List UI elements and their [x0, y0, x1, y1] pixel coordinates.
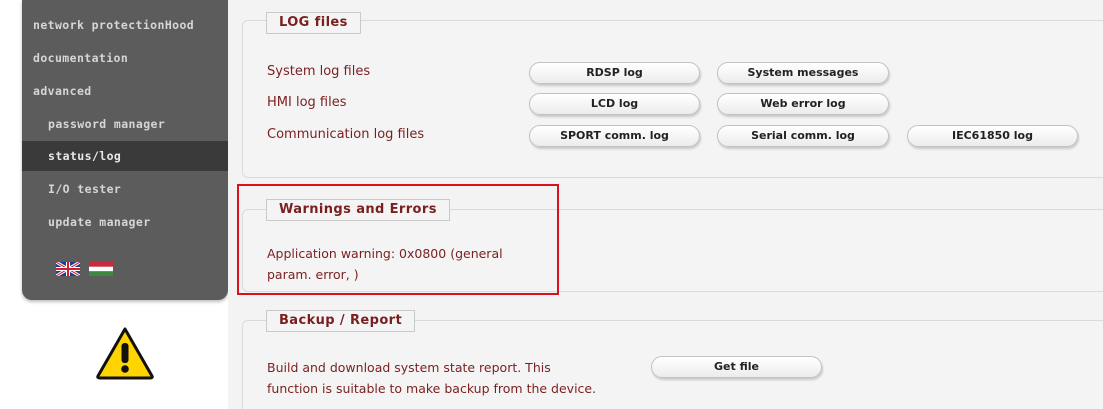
uk-flag-icon[interactable]: [56, 262, 80, 276]
serial-comm-log-button[interactable]: Serial comm. log: [717, 125, 889, 147]
system-messages-button[interactable]: System messages: [717, 62, 889, 84]
iec61850-log-button[interactable]: IEC61850 log: [907, 125, 1078, 147]
language-flags: [56, 262, 116, 276]
sidebar-item-advanced[interactable]: advanced: [22, 76, 228, 106]
sidebar-item-password-manager[interactable]: password manager: [22, 109, 228, 139]
rdsp-log-button[interactable]: RDSP log: [529, 62, 700, 84]
sidebar-item-io-tester[interactable]: I/O tester: [22, 174, 228, 204]
communication-log-files-label: Communication log files: [267, 127, 425, 142]
lcd-log-button[interactable]: LCD log: [529, 93, 700, 115]
hungary-flag-icon[interactable]: [89, 262, 113, 276]
backup-description-line1: Build and download system state report. …: [267, 360, 551, 375]
warning-message-line1: Application warning: 0x0800 (general: [267, 246, 503, 261]
sidebar-item-update-manager[interactable]: update manager: [22, 207, 228, 237]
web-error-log-button[interactable]: Web error log: [717, 93, 889, 115]
warning-icon: [96, 327, 154, 380]
warning-message-line2: param. error, ): [267, 267, 359, 282]
sidebar-nav: network protectionHood documentation adv…: [22, 0, 228, 300]
log-files-title: LOG files: [266, 12, 361, 34]
sidebar-item-network-protection[interactable]: network protectionHood: [22, 10, 228, 40]
sport-comm-log-button[interactable]: SPORT comm. log: [529, 125, 700, 147]
backup-description-line2: function is suitable to make backup from…: [267, 381, 597, 396]
warnings-title: Warnings and Errors: [266, 199, 450, 221]
hmi-log-files-label: HMI log files: [267, 95, 347, 110]
backup-description: Build and download system state report. …: [267, 357, 596, 399]
system-log-files-label: System log files: [267, 64, 371, 79]
backup-title: Backup / Report: [266, 310, 416, 332]
get-file-button[interactable]: Get file: [651, 356, 822, 378]
sidebar-item-status-log[interactable]: status/log: [22, 141, 228, 171]
warning-message: Application warning: 0x0800 (general par…: [267, 243, 503, 285]
sidebar-item-documentation[interactable]: documentation: [22, 43, 228, 73]
